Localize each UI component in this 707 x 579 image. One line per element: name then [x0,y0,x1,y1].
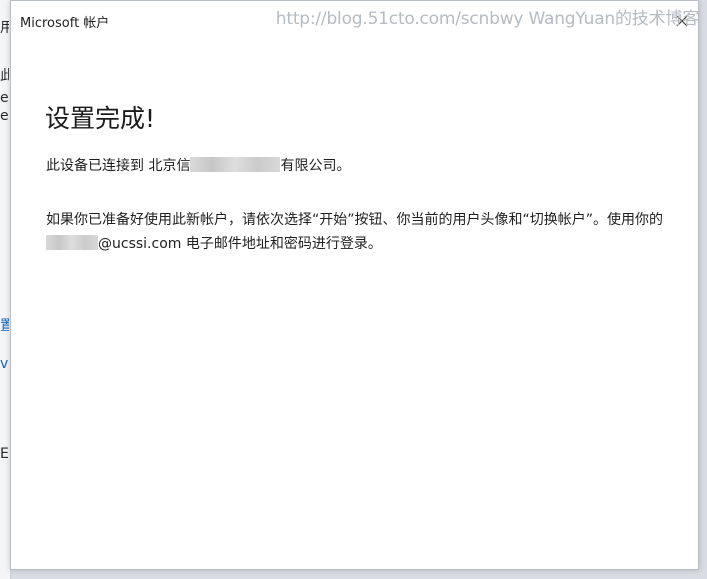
connected-prefix: 此设备已连接到 北京 [46,158,177,174]
instructions-text: 如果你已准备好使用此新帐户，请依次选择“开始”按钮、你当前的用户头像和“切换帐户… [46,212,664,228]
background-text: 用 [0,20,9,36]
background-text: e [0,108,9,124]
connected-suffix: 有限公司。 [280,158,351,174]
close-button[interactable] [670,9,694,33]
company-visible-char: 信 [176,158,191,174]
microsoft-account-dialog: Microsoft 帐户 设置完成! 此设备已连接到 北京信 有限公司。 如果你已… [10,0,699,570]
connected-message: 此设备已连接到 北京信 有限公司。 [46,156,350,176]
email-domain: @ucssi.com [98,236,182,252]
title-bar[interactable]: Microsoft 帐户 [11,1,698,41]
redacted-company-name [190,157,281,172]
instructions-tail: 电子邮件地址和密码进行登录。 [181,236,382,252]
instructions-message: 如果你已准备好使用此新帐户，请依次选择“开始”按钮、你当前的用户头像和“切换帐户… [46,208,676,256]
background-text: E [0,446,9,462]
background-link[interactable]: v [0,356,9,372]
close-icon [676,15,688,27]
window-title: Microsoft 帐户 [20,16,110,31]
page-title: 设置完成! [45,104,156,133]
redacted-email-user [46,235,98,250]
background-link[interactable]: 置 [0,318,9,334]
background-text: e [0,90,9,106]
background-text: 此 [0,68,9,84]
